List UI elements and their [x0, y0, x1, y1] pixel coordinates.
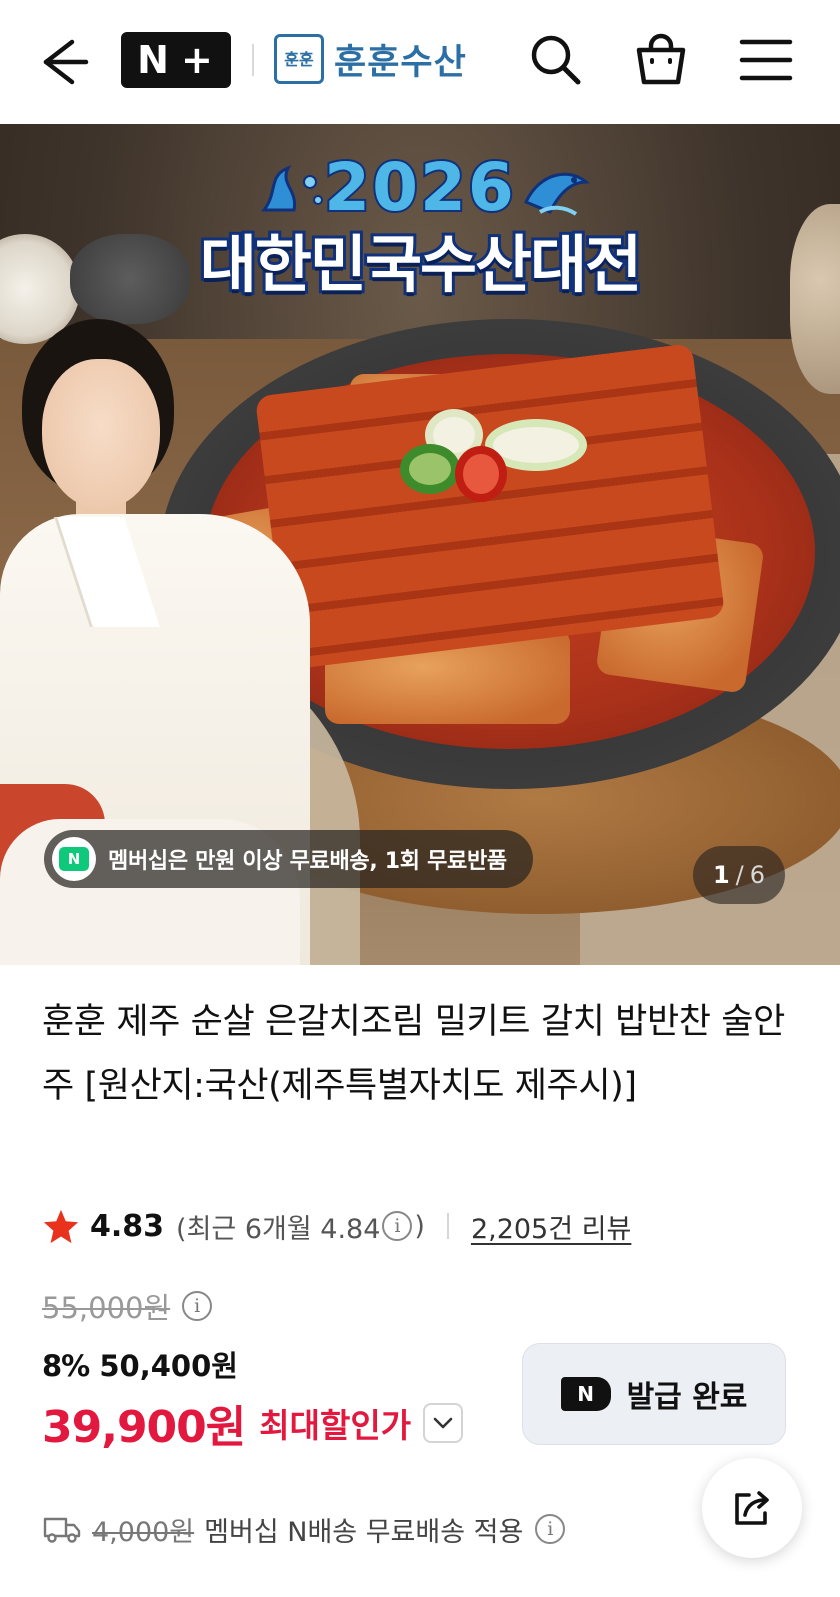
shipping-original-fee: 4,000원 [92, 1516, 195, 1548]
event-year: 2026 [322, 149, 516, 226]
back-arrow-icon[interactable] [36, 36, 92, 88]
discount-price-row: 8% 50,400원 [42, 1343, 238, 1385]
review-count-link[interactable]: 2,205건 리뷰 [471, 1207, 631, 1246]
store-brand-link[interactable]: 훈훈 훈훈수산 [274, 33, 467, 85]
share-icon [735, 1491, 769, 1525]
product-title: 훈훈 제주 순살 은갈치조림 밀키트 갈치 밥반찬 술안주 [원산지:국산(제주… [42, 1002, 785, 1106]
naver-coupon-icon: N [560, 1377, 611, 1411]
n-badge-label: N [59, 847, 89, 871]
green-pepper-garnish [400, 444, 460, 494]
nplus-n-label: N [137, 38, 171, 82]
coupon-issued-button[interactable]: N 발급 완료 [522, 1343, 786, 1445]
original-price-row: 55,000원 i [42, 1284, 214, 1328]
shipping-row: 4,000원 멤버십 N배송 무료배송 적용 i [42, 1507, 567, 1551]
recent-rating-text: (최근 6개월 4.84 [176, 1213, 381, 1245]
header-divider [252, 44, 254, 76]
menu-icon[interactable] [736, 30, 796, 90]
brand-name: 훈훈수산 [334, 42, 467, 83]
rating-score: 4.83 [90, 1208, 165, 1244]
counter-separator: / [735, 861, 744, 889]
delivery-truck-icon [43, 1517, 81, 1543]
event-title: 대한민국수산대전 [197, 225, 645, 304]
naver-plus-store-logo[interactable]: N + [121, 32, 231, 88]
top-header: N + 훈훈 훈훈수산 [0, 0, 840, 124]
rating-row: 4.83 (최근 6개월 4.84 i ) 2,205건 리뷰 [42, 1204, 631, 1248]
final-price: 39,900원 [42, 1402, 246, 1453]
face [42, 359, 160, 509]
shipping-info-icon[interactable]: i [535, 1514, 566, 1544]
original-price: 55,000원 [42, 1291, 171, 1325]
cutlassfish-fillet [254, 343, 726, 670]
recent-rating-close: ) [414, 1210, 425, 1242]
shipping-text: 멤버십 N배송 무료배송 적용 [204, 1516, 524, 1548]
membership-benefit-pill[interactable]: N 멤버십은 만원 이상 무료배송, 1회 무료반품 [44, 830, 533, 888]
membership-text: 멤버십은 만원 이상 무료배송, 1회 무료반품 [108, 849, 507, 874]
shopping-bag-icon[interactable] [631, 30, 691, 90]
search-icon[interactable] [526, 30, 586, 90]
star-icon [43, 1209, 79, 1244]
brand-logo-icon: 훈훈 [274, 34, 324, 84]
counter-current: 1 [712, 861, 730, 889]
product-image-carousel[interactable]: 2026 대한민국수산대전 N 멤버십은 만원 이상 무료배송, 1회 무료반품… [0, 124, 840, 965]
info-icon[interactable]: i [382, 1211, 413, 1241]
price-info-icon[interactable]: i [182, 1291, 213, 1321]
stone-prop [70, 234, 190, 324]
discount-price: 50,400원 [99, 1349, 238, 1383]
share-button[interactable] [702, 1458, 802, 1558]
image-counter: 1 / 6 [693, 846, 785, 904]
final-price-label: 최대할인가 [259, 1406, 412, 1445]
naver-n-badge-icon: N [52, 837, 96, 881]
price-detail-dropdown[interactable] [423, 1403, 464, 1443]
red-pepper-garnish [455, 446, 507, 502]
event-banner: 2026 대한민국수산대전 [180, 149, 660, 305]
coupon-button-label: 발급 완료 [626, 1380, 748, 1415]
counter-total: 6 [749, 861, 766, 889]
nplus-plus-label: + [180, 38, 215, 82]
rating-divider [446, 1213, 449, 1239]
discount-percent: 8% [42, 1349, 90, 1383]
chevron-down-icon [433, 1417, 453, 1429]
final-price-row: 39,900원 최대할인가 [42, 1395, 464, 1453]
